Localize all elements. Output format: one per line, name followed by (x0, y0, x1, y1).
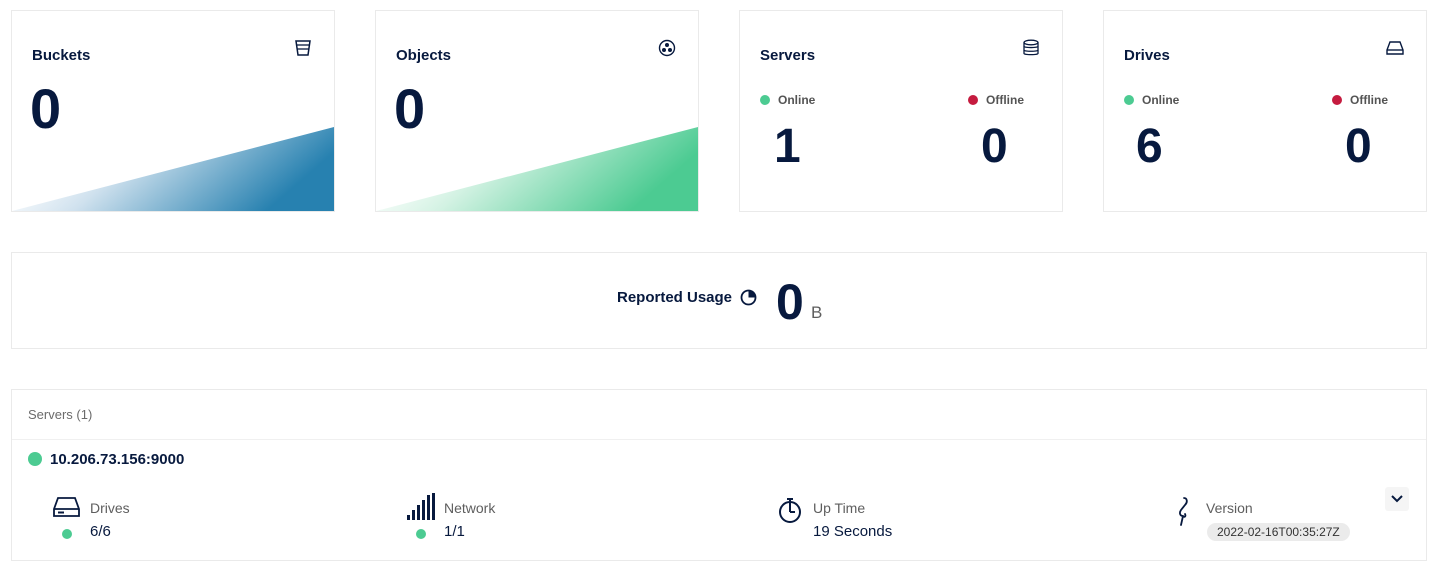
drives-offline-label: Offline (1350, 93, 1388, 107)
servers-online-count: 1 (774, 120, 801, 173)
reported-usage-unit: B (811, 303, 823, 322)
servers-online-status: Online (760, 93, 815, 107)
server-status-indicator (28, 452, 42, 466)
servers-panel-header: Servers (1) (12, 390, 1426, 440)
server-address: 10.206.73.156:9000 (50, 451, 185, 468)
servers-panel: Servers (1) 10.206.73.156:9000 Drives 6/… (11, 389, 1427, 561)
servers-offline-status: Offline (968, 93, 1024, 107)
online-indicator (760, 95, 770, 105)
network-metric-label: Network (444, 500, 496, 516)
objects-card: Objects 0 (375, 10, 699, 212)
stopwatch-icon (779, 498, 801, 523)
minio-bird-icon (1179, 497, 1188, 526)
drives-metric-label: Drives (90, 500, 130, 516)
network-signal-icon (407, 493, 435, 520)
version-metric-label: Version (1206, 500, 1253, 516)
bucket-icon (295, 40, 311, 56)
drives-metric-value: 6/6 (90, 523, 111, 540)
servers-panel-title: Servers (1) (28, 407, 93, 422)
servers-card: Servers Online Offline 1 0 (739, 10, 1063, 212)
drives-online-status: Online (1124, 93, 1179, 107)
reported-usage-value: 0 (776, 274, 804, 330)
uptime-metric-label: Up Time (813, 500, 866, 516)
drives-online-label: Online (1142, 93, 1180, 107)
servers-offline-count: 0 (981, 120, 1008, 173)
drives-status-dot (62, 529, 72, 539)
objects-gradient-wedge (376, 127, 698, 211)
buckets-title: Buckets (32, 47, 91, 64)
hard-drive-icon (53, 497, 80, 517)
drives-online-count: 6 (1136, 120, 1163, 173)
chevron-down-icon (1391, 495, 1403, 503)
servers-title: Servers (760, 47, 816, 64)
online-indicator (1124, 95, 1134, 105)
objects-icon (658, 39, 676, 57)
drives-offline-count: 0 (1345, 120, 1372, 173)
uptime-metric-value: 19 Seconds (813, 523, 893, 540)
drives-offline-status: Offline (1332, 93, 1388, 107)
offline-indicator (1332, 95, 1342, 105)
servers-offline-label: Offline (986, 93, 1024, 107)
reported-usage-label: Reported Usage (617, 289, 733, 306)
database-icon (1023, 39, 1039, 56)
buckets-gradient-wedge (12, 127, 334, 211)
pie-chart-icon (740, 289, 757, 306)
network-metric-value: 1/1 (444, 523, 465, 540)
drives-card: Drives Online Offline 6 0 (1103, 10, 1427, 212)
objects-title: Objects (396, 47, 452, 64)
version-badge: 2022-02-16T00:35:27Z (1207, 523, 1350, 541)
drive-icon (1386, 41, 1404, 55)
network-status-dot (416, 529, 426, 539)
expand-server-button[interactable] (1385, 487, 1409, 511)
reported-usage-card: Reported Usage 0 B (11, 252, 1427, 349)
drives-title: Drives (1124, 47, 1170, 64)
buckets-card: Buckets 0 (11, 10, 335, 212)
servers-online-label: Online (778, 93, 816, 107)
offline-indicator (968, 95, 978, 105)
